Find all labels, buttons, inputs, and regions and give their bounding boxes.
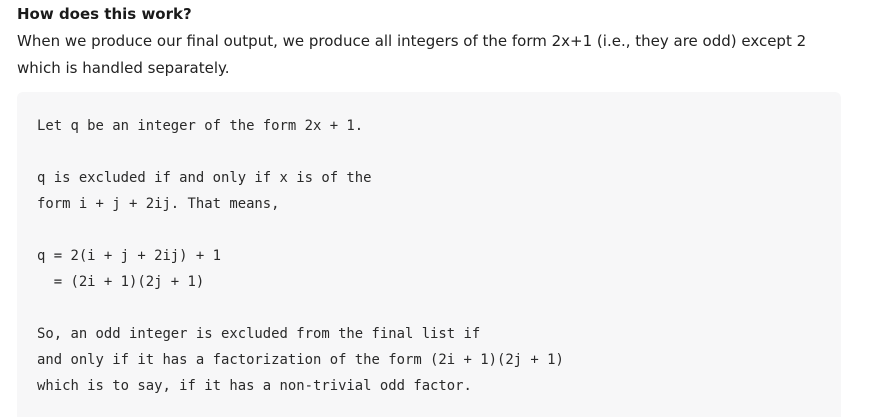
section-heading: How does this work?: [17, 5, 192, 23]
code-line: q = 2(i + j + 2ij) + 1: [37, 248, 221, 264]
code-line: q is excluded if and only if x is of the: [37, 170, 372, 186]
code-line: form i + j + 2ij. That means,: [37, 196, 280, 212]
code-line: which is to say, if it has a non-trivial…: [37, 378, 472, 394]
code-line: So, an odd integer is excluded from the …: [37, 326, 481, 342]
code-line: and only if it has a factorization of th…: [37, 352, 564, 368]
answer-content: How does this work? When we produce our …: [0, 0, 870, 417]
code-line: Let q be an integer of the form 2x + 1.: [37, 118, 364, 134]
code-block: Let q be an integer of the form 2x + 1. …: [17, 92, 841, 417]
explanation-paragraph: When we produce our final output, we pro…: [17, 32, 807, 77]
code-line: = (2i + 1)(2j + 1): [37, 274, 205, 290]
